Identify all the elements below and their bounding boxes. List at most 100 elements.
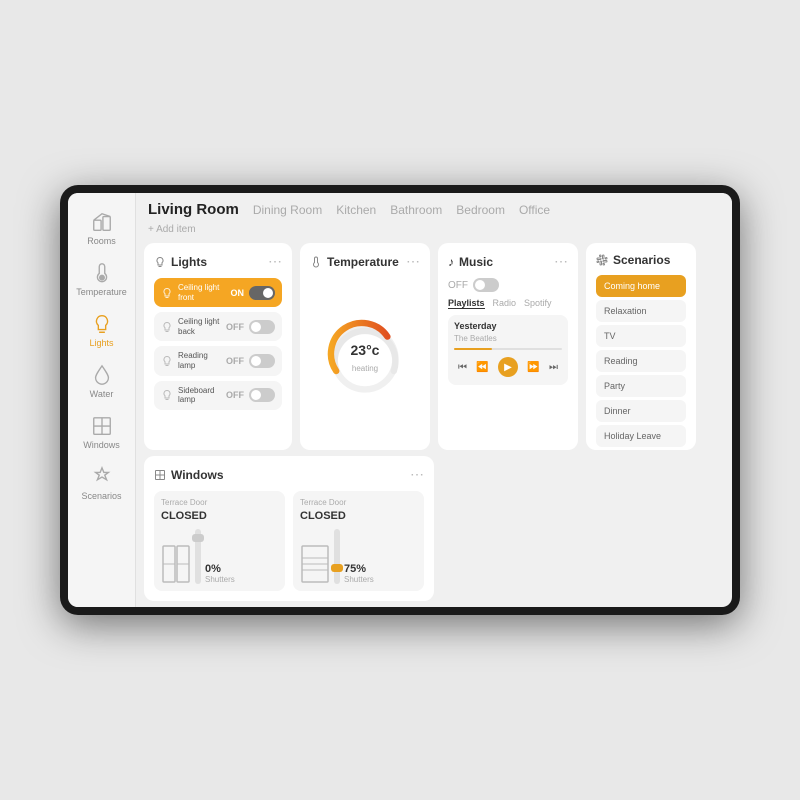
windows-card-title: Windows — [154, 468, 224, 482]
tab-kitchen[interactable]: Kitchen — [336, 203, 376, 217]
add-item-label: + Add item — [148, 224, 196, 235]
light-label-ceiling-front: Ceiling light front — [178, 283, 226, 302]
bulb-icon — [154, 256, 166, 268]
windows-icon — [154, 469, 166, 481]
light-item-reading: Reading lamp OFF — [154, 346, 282, 375]
music-menu-icon[interactable]: ⋯ — [554, 253, 568, 270]
shutter-area-1: 0% Shutters — [161, 529, 278, 584]
music-tab-radio[interactable]: Radio — [493, 298, 517, 309]
music-note-icon: ♪ — [448, 255, 454, 269]
music-artist: The Beatles — [454, 334, 562, 343]
tab-dining-room[interactable]: Dining Room — [253, 203, 322, 217]
sidebar-label-water: Water — [90, 389, 114, 399]
music-tabs: Playlists Radio Spotify — [448, 298, 568, 309]
window-door-icon-1 — [161, 544, 191, 584]
scenario-coming-home[interactable]: Coming home — [596, 275, 686, 297]
light-bulb-icon — [161, 287, 173, 299]
thermostat: 23°c heating — [310, 278, 420, 440]
light-bulb-icon-3 — [161, 355, 173, 367]
forward-button[interactable]: ⏩ — [527, 362, 539, 373]
gauge-container: 23°c heating — [325, 319, 405, 399]
scenario-reading[interactable]: Reading — [596, 350, 686, 372]
progress-bar — [454, 348, 562, 350]
window-label-2: Terrace Door — [300, 498, 417, 507]
sidebar: Rooms Temperature Lights — [68, 193, 136, 607]
scenario-dinner[interactable]: Dinner — [596, 400, 686, 422]
next-button[interactable]: ⏭ — [549, 362, 558, 373]
scenario-holiday[interactable]: Holiday Leave — [596, 425, 686, 447]
sidebar-label-lights: Lights — [89, 338, 113, 348]
windows-inner: Terrace Door CLOSED — [154, 491, 424, 591]
light-label-reading: Reading lamp — [178, 351, 221, 370]
main-content: Living Room Dining Room Kitchen Bathroom… — [136, 193, 732, 607]
scenario-tv[interactable]: TV — [596, 325, 686, 347]
light-label-ceiling-back: Ceiling light back — [178, 317, 221, 336]
sidebar-item-water[interactable]: Water — [68, 356, 135, 407]
window-shutters-label-1: Shutters — [205, 575, 235, 584]
toggle-reading[interactable] — [249, 354, 275, 368]
music-tab-spotify[interactable]: Spotify — [524, 298, 552, 309]
light-bulb-icon-4 — [161, 389, 173, 401]
tab-bedroom[interactable]: Bedroom — [456, 203, 505, 217]
sidebar-item-lights[interactable]: Lights — [68, 305, 135, 356]
sidebar-item-rooms[interactable]: Rooms — [68, 203, 135, 254]
light-status-ceiling-front: ON — [231, 288, 245, 298]
music-controls: ⏮ ⏪ ▶ ⏩ ⏭ — [454, 355, 562, 379]
light-bulb-icon-2 — [161, 321, 173, 333]
windows-menu-icon[interactable]: ⋯ — [410, 466, 424, 483]
tab-living-room[interactable]: Living Room — [148, 201, 239, 218]
music-player: Yesterday The Beatles ⏮ ⏪ ▶ ⏩ ⏭ — [448, 315, 568, 385]
sidebar-item-temperature[interactable]: Temperature — [68, 254, 135, 305]
scenarios-title-label: Scenarios — [613, 253, 670, 267]
shutter-slider-1 — [195, 529, 201, 584]
sidebar-item-scenarios[interactable]: Scenarios — [68, 458, 135, 509]
temp-card-title: Temperature — [310, 255, 399, 269]
window-shutters-label-2: Shutters — [344, 575, 374, 584]
window-label-1: Terrace Door — [161, 498, 278, 507]
light-item-sideboard: Sideboard lamp OFF — [154, 381, 282, 410]
window-pct-1: 0% — [205, 563, 235, 575]
sidebar-label-temperature: Temperature — [76, 287, 127, 297]
cards-area: Lights ⋯ Ceiling light front ON — [136, 237, 732, 456]
light-status-reading: OFF — [226, 356, 244, 366]
window-status-2: CLOSED — [300, 510, 417, 522]
music-toggle[interactable] — [473, 278, 499, 292]
play-button[interactable]: ▶ — [498, 357, 518, 377]
sidebar-label-rooms: Rooms — [87, 236, 116, 246]
tab-office[interactable]: Office — [519, 203, 550, 217]
room-tabs: Living Room Dining Room Kitchen Bathroom… — [136, 193, 732, 222]
sidebar-item-windows[interactable]: Windows — [68, 407, 135, 458]
scenario-party[interactable]: Party — [596, 375, 686, 397]
tablet-screen: Rooms Temperature Lights — [68, 193, 732, 607]
toggle-ceiling-back[interactable] — [249, 320, 275, 334]
music-card: ♪ Music ⋯ OFF Playlists Radio Spotify — [438, 243, 578, 450]
prev-button[interactable]: ⏮ — [458, 362, 467, 373]
lights-menu-icon[interactable]: ⋯ — [268, 253, 282, 270]
lights-title-label: Lights — [171, 255, 207, 269]
shutter-handle-2[interactable] — [331, 564, 343, 572]
scenarios-icon — [596, 254, 608, 266]
tab-bathroom[interactable]: Bathroom — [390, 203, 442, 217]
temp-title-label: Temperature — [327, 255, 399, 269]
light-status-sideboard: OFF — [226, 390, 244, 400]
thermometer-icon — [310, 256, 322, 268]
light-label-sideboard: Sideboard lamp — [178, 386, 221, 405]
temp-menu-icon[interactable]: ⋯ — [406, 253, 420, 270]
toggle-ceiling-front[interactable] — [249, 286, 275, 300]
windows-title-label: Windows — [171, 468, 224, 482]
light-item-ceiling-front: Ceiling light front ON — [154, 278, 282, 307]
music-card-title: ♪ Music — [448, 255, 493, 269]
rewind-button[interactable]: ⏪ — [476, 362, 488, 373]
music-tab-playlists[interactable]: Playlists — [448, 298, 485, 309]
lights-card-title: Lights — [154, 255, 207, 269]
temp-card-header: Temperature ⋯ — [310, 253, 420, 270]
shutter-handle-1[interactable] — [192, 534, 204, 542]
sidebar-label-windows: Windows — [83, 440, 120, 450]
toggle-sideboard[interactable] — [249, 388, 275, 402]
lights-card-header: Lights ⋯ — [154, 253, 282, 270]
window-status-1: CLOSED — [161, 510, 278, 522]
music-off-label: OFF — [448, 280, 468, 291]
scenario-relaxation[interactable]: Relaxation — [596, 300, 686, 322]
window-item-2: Terrace Door CLOSED — [293, 491, 424, 591]
add-item-button[interactable]: + Add item — [136, 222, 732, 237]
